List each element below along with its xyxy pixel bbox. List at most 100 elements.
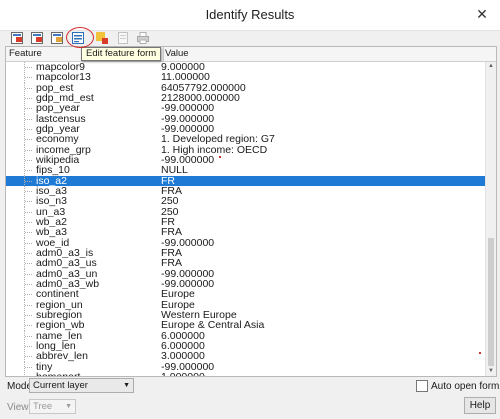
tooltip: Edit feature form (81, 47, 162, 61)
value-cell: 9.000000 (161, 62, 205, 73)
table-row[interactable]: gdp_year -99.000000 (6, 123, 485, 135)
table-row[interactable]: mapcolor13 11.000000 (6, 72, 485, 83)
feature-cell: homepart (36, 372, 160, 376)
feature-cell: un_a3 (36, 206, 66, 217)
tree-branch (25, 159, 33, 161)
table-row[interactable]: wb_a2 FR (6, 216, 485, 228)
value-cell: 64057792.000000 (161, 82, 246, 93)
results-rows: mapcolor9 9.000000 mapcolor13 11.000000 pop_… (6, 62, 485, 376)
table-row[interactable]: adm0_a3_un -99.000000 (6, 268, 485, 279)
table-row[interactable]: gdp_md_est 2128000.000000 (6, 92, 485, 104)
table-row[interactable]: tiny -99.000000 (6, 361, 485, 372)
feature-cell: fips_10 (36, 165, 70, 176)
tree-branch (25, 97, 33, 99)
table-row[interactable]: abbrev_len 3.000000 (6, 351, 485, 362)
tree-branch (25, 108, 33, 110)
table-row[interactable]: pop_year -99.000000 (6, 103, 485, 114)
mode-select[interactable]: Current layer ▼ (29, 378, 134, 393)
tree-branch (25, 149, 33, 151)
table-row[interactable]: region_wb Europe & Central Asia (6, 320, 485, 331)
feature-cell: abbrev_len (36, 351, 88, 362)
tree-branch (25, 201, 33, 203)
table-row[interactable]: mapcolor9 9.000000 (6, 62, 485, 73)
feature-cell: lastcensus (36, 113, 86, 124)
table-row[interactable]: woe_id -99.000000 (6, 237, 485, 248)
expand-new-results-icon[interactable] (51, 32, 63, 44)
auto-open-checkbox[interactable] (416, 380, 428, 392)
tree-branch (25, 294, 33, 296)
tree-branch (25, 366, 33, 368)
table-row[interactable]: pop_est 64057792.000000 (6, 82, 485, 93)
feature-cell: tiny (36, 361, 53, 372)
tree-branch (25, 242, 33, 244)
header-value[interactable]: Value (162, 47, 485, 61)
tree-branch (25, 325, 33, 327)
feature-cell: gdp_year (36, 123, 80, 135)
value-cell: 250 (161, 196, 179, 207)
tree-branch (25, 314, 33, 316)
view-select[interactable]: Tree ▼ (29, 399, 76, 414)
value-cell: 1. Developed region: G7 (161, 134, 275, 145)
table-row[interactable]: iso_a3 FRA (6, 185, 485, 197)
copy-feature-icon[interactable] (117, 32, 129, 44)
table-row[interactable]: wb_a3 FRA (6, 227, 485, 238)
feature-cell: iso_a3 (36, 185, 67, 197)
table-row[interactable]: economy 1. Developed region: G7 (6, 134, 485, 145)
collapse-tree-icon[interactable] (31, 32, 43, 44)
feature-cell: mapcolor9 (36, 62, 86, 73)
table-row[interactable]: adm0_a3_wb -99.000000 (6, 278, 485, 290)
expand-tree-icon[interactable] (11, 32, 23, 44)
table-row[interactable]: adm0_a3_us FRA (6, 258, 485, 269)
help-button[interactable]: Help (464, 397, 496, 414)
value-cell: Western Europe (161, 309, 237, 321)
feature-cell: continent (36, 289, 79, 300)
table-row[interactable]: income_grp 1. High income: OECD (6, 144, 485, 155)
value-cell: NULL (161, 165, 188, 176)
results-tree[interactable]: Feature Value mapcolor9 9.000000 mapcolor1… (5, 46, 497, 377)
table-row[interactable]: subregion Western Europe (6, 309, 485, 321)
tree-branch (25, 170, 33, 172)
table-row[interactable]: wikipedia -99.000000 (6, 154, 485, 166)
feature-cell: wb_a3 (36, 227, 67, 238)
feature-cell: mapcolor13 (36, 72, 91, 83)
tree-branch (25, 345, 33, 347)
scroll-up-icon[interactable]: ▲ (486, 62, 496, 71)
value-cell: FRA (161, 185, 182, 197)
feature-cell: name_len (36, 330, 83, 341)
value-cell: 2128000.000000 (161, 92, 240, 104)
table-row[interactable]: iso_n3 250 (6, 196, 485, 207)
highlight-feature-icon[interactable] (96, 32, 108, 44)
chevron-down-icon: ▼ (123, 382, 130, 389)
scroll-thumb[interactable] (488, 238, 494, 366)
table-row[interactable]: homepart1.000000 (6, 371, 485, 376)
auto-open-label: Auto open form (431, 381, 500, 392)
feature-cell: long_len (36, 340, 76, 352)
close-icon[interactable]: ✕ (472, 4, 492, 24)
tree-branch (25, 335, 33, 337)
print-icon[interactable] (137, 32, 149, 44)
feature-cell: economy (36, 134, 79, 145)
scroll-down-icon[interactable]: ▼ (486, 367, 496, 376)
table-row[interactable]: name_len 6.000000 (6, 330, 485, 341)
table-row[interactable]: region_un Europe (6, 299, 485, 310)
vertical-scrollbar[interactable]: ▲ ▼ (485, 62, 496, 376)
feature-cell: iso_a2 (36, 175, 67, 186)
table-row[interactable]: iso_a2 FR (6, 175, 485, 186)
feature-cell: income_grp (36, 144, 91, 155)
table-row[interactable]: continent Europe (6, 289, 485, 300)
feature-cell: gdp_md_est (36, 92, 94, 104)
tree-branch (25, 221, 33, 223)
table-row[interactable]: adm0_a3_is FRA (6, 247, 485, 259)
tree-branch (25, 118, 33, 120)
table-row[interactable]: un_a3 250 (6, 206, 485, 217)
table-row[interactable]: lastcensus -99.000000 (6, 113, 485, 124)
value-cell: -99.000000 (161, 154, 215, 166)
value-cell: -99.000000 (161, 113, 215, 124)
value-cell: 1. High income: OECD (161, 144, 268, 155)
tree-branch (25, 139, 33, 141)
feature-cell: pop_est (36, 82, 74, 93)
value-cell: -99.000000 (161, 268, 215, 279)
table-row[interactable]: long_len 6.000000 (6, 340, 485, 352)
feature-cell: wikipedia (36, 154, 80, 166)
table-row[interactable]: fips_10 NULL (6, 165, 485, 176)
